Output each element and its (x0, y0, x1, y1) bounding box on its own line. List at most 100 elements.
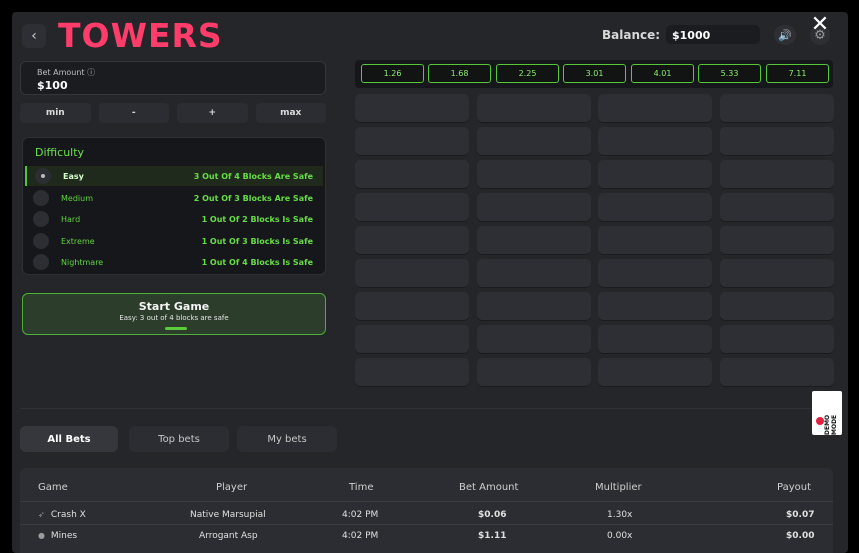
game-cell: ➶ Crash X (38, 510, 86, 520)
multiplier-level: 7.11 (766, 64, 829, 83)
bomb-icon: ● (38, 531, 45, 540)
close-button[interactable]: ✕ (808, 14, 832, 38)
time-cell: 4:02 PM (342, 531, 379, 541)
difficulty-option-easy[interactable]: Easy 3 Out Of 4 Blocks Are Safe (25, 166, 323, 186)
tower-block[interactable] (598, 94, 712, 122)
tower-block[interactable] (719, 127, 834, 155)
column-header-player: Player (216, 482, 248, 493)
radio-icon (33, 211, 49, 227)
tower-block[interactable] (476, 226, 591, 254)
radio-icon (33, 233, 49, 249)
tower-block[interactable] (598, 193, 712, 221)
difficulty-panel: Difficulty Easy 3 Out Of 4 Blocks Are Sa… (22, 137, 326, 275)
difficulty-title: Difficulty (35, 146, 85, 159)
column-header-payout: Payout (777, 482, 812, 493)
tower-block[interactable] (355, 193, 469, 221)
game-cell: ● Mines (38, 531, 78, 541)
tower-block[interactable] (355, 160, 469, 188)
row-divider (20, 501, 833, 502)
bet-cell: $0.06 (478, 510, 507, 520)
difficulty-name: Medium (61, 193, 93, 203)
tower-block[interactable] (719, 94, 834, 122)
tab-all-bets[interactable]: All Bets (20, 426, 118, 452)
difficulty-option-extreme[interactable]: Extreme 1 Out Of 3 Blocks Is Safe (25, 231, 323, 251)
radio-icon (33, 254, 49, 270)
tower-block[interactable] (598, 127, 712, 155)
start-game-button[interactable]: Start Game Easy: 3 out of 4 blocks are s… (22, 293, 326, 335)
section-divider (20, 408, 840, 409)
multiplier-level: 2.25 (496, 64, 559, 83)
tower-block[interactable] (719, 160, 834, 188)
tower-block[interactable] (476, 292, 591, 320)
tower-block[interactable] (355, 94, 469, 122)
multiplier-cell: 1.30x (607, 510, 633, 520)
tower-block[interactable] (476, 127, 591, 155)
difficulty-desc: 1 Out Of 2 Blocks Is Safe (201, 214, 313, 224)
difficulty-option-nightmare[interactable]: Nightmare 1 Out Of 4 Blocks Is Safe (25, 252, 323, 272)
tower-block[interactable] (719, 259, 834, 287)
tower-block[interactable] (719, 325, 834, 353)
payout-cell: $0.00 (786, 531, 815, 541)
bet-increase-button[interactable]: + (177, 103, 248, 123)
player-cell: Native Marsupial (190, 510, 266, 520)
tower-block[interactable] (355, 226, 469, 254)
tower-block[interactable] (476, 160, 591, 188)
tower-block[interactable] (598, 358, 712, 386)
sound-button[interactable]: 🔊 (774, 25, 796, 45)
close-icon: ✕ (810, 12, 830, 37)
multiplier-level: 4.01 (631, 64, 694, 83)
tower-block[interactable] (355, 358, 469, 386)
difficulty-name: Easy (63, 171, 84, 181)
time-cell: 4:02 PM (342, 510, 379, 520)
start-game-label: Start Game (138, 300, 210, 313)
tower-block[interactable] (598, 259, 712, 287)
tab-top-bets[interactable]: Top bets (129, 426, 229, 452)
tower-block[interactable] (355, 259, 469, 287)
column-header-bet-amount: Bet Amount (459, 482, 519, 493)
difficulty-desc: 2 Out Of 3 Blocks Are Safe (193, 193, 313, 203)
difficulty-option-hard[interactable]: Hard 1 Out Of 2 Blocks Is Safe (25, 209, 323, 229)
tower-block[interactable] (355, 127, 469, 155)
column-header-time: Time (349, 482, 374, 493)
difficulty-desc: 1 Out Of 3 Blocks Is Safe (201, 236, 313, 246)
row-divider (20, 524, 833, 525)
bets-table: Game Player Time Bet Amount Multiplier P… (20, 468, 833, 553)
tower-block[interactable] (598, 292, 712, 320)
radio-selected-icon (35, 168, 51, 184)
tower-block[interactable] (598, 226, 712, 254)
difficulty-option-medium[interactable]: Medium 2 Out Of 3 Blocks Are Safe (25, 188, 323, 208)
demo-mode-label: DEMO MODE (824, 414, 838, 435)
bet-amount-value: $100 (37, 79, 68, 92)
tower-block[interactable] (476, 358, 591, 386)
multiplier-strip: 1.26 1.68 2.25 3.01 4.01 5.33 7.11 (355, 60, 833, 88)
radio-icon (33, 190, 49, 206)
tower-block[interactable] (719, 358, 834, 386)
tower-block[interactable] (719, 292, 834, 320)
tower-block[interactable] (355, 325, 469, 353)
column-header-game: Game (38, 482, 68, 493)
tower-block[interactable] (719, 193, 834, 221)
bet-cell: $1.11 (478, 531, 507, 541)
bet-decrease-button[interactable]: - (98, 103, 169, 123)
tower-block[interactable] (476, 94, 591, 122)
tower-block[interactable] (598, 160, 712, 188)
back-button[interactable]: ‹ (22, 24, 46, 48)
balance-label: Balance: (602, 28, 661, 42)
bet-min-button[interactable]: min (20, 103, 91, 123)
start-game-subtitle: Easy: 3 out of 4 blocks are safe (119, 314, 229, 322)
tower-block[interactable] (719, 226, 834, 254)
rocket-icon: ➶ (38, 510, 45, 519)
player-cell: Arrogant Asp (199, 531, 258, 541)
tower-block[interactable] (476, 259, 591, 287)
tower-block[interactable] (355, 292, 469, 320)
tower-block[interactable] (476, 325, 591, 353)
bet-amount-input[interactable]: Bet Amount ⓘ $100 (20, 61, 326, 95)
bet-max-button[interactable]: max (255, 103, 326, 123)
tower-block[interactable] (598, 325, 712, 353)
difficulty-name: Hard (61, 214, 81, 224)
multiplier-level: 5.33 (698, 64, 761, 83)
tab-my-bets[interactable]: My bets (237, 426, 337, 452)
demo-mode-badge: DEMO MODE (812, 391, 842, 435)
game-window: ‹ TOWERS Balance: $1000 🔊 ⚙ ✕ Bet Amount… (12, 12, 848, 553)
tower-block[interactable] (476, 193, 591, 221)
